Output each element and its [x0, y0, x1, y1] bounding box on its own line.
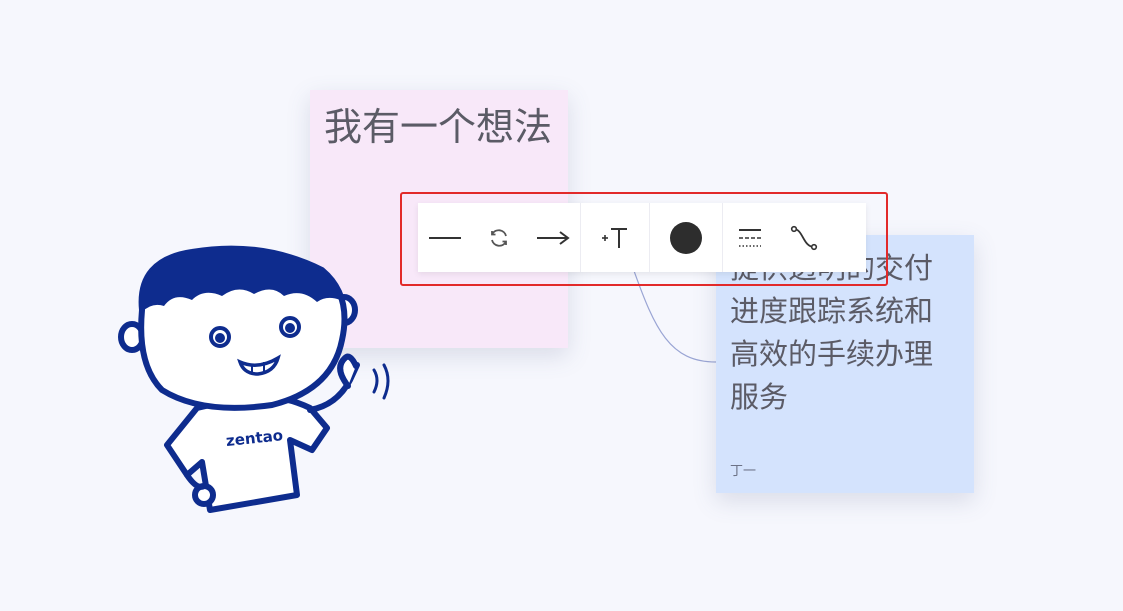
line-style-button[interactable] [723, 203, 777, 272]
solid-line-button[interactable] [418, 203, 472, 272]
add-text-button[interactable] [581, 203, 649, 272]
sticky-note-delivery[interactable]: 提供透明的交付进度跟踪系统和高效的手续办理服务 丁一 [716, 235, 974, 493]
arrow-right-button[interactable] [526, 203, 580, 272]
add-text-icon [602, 227, 627, 248]
swap-direction-icon [491, 228, 507, 247]
curve-connector-icon [790, 225, 818, 250]
arrow-right-icon [537, 230, 570, 245]
line-type-group [418, 203, 581, 272]
color-group [650, 203, 723, 272]
solid-line-icon [429, 236, 461, 239]
color-dot-icon [670, 221, 702, 254]
swap-direction-button[interactable] [472, 203, 526, 272]
note-author: 丁一 [730, 464, 757, 479]
note-title: 我有一个想法 [324, 105, 553, 149]
style-group [723, 203, 831, 272]
connector-toolbar [418, 203, 866, 272]
line-style-icon [739, 228, 761, 247]
curve-connector-button[interactable] [777, 203, 831, 272]
zentao-mascot-illustration: zentao [118, 245, 390, 513]
color-button[interactable] [650, 203, 722, 272]
text-group [581, 203, 650, 272]
note-body: 提供透明的交付进度跟踪系统和高效的手续办理服务 [730, 251, 934, 414]
